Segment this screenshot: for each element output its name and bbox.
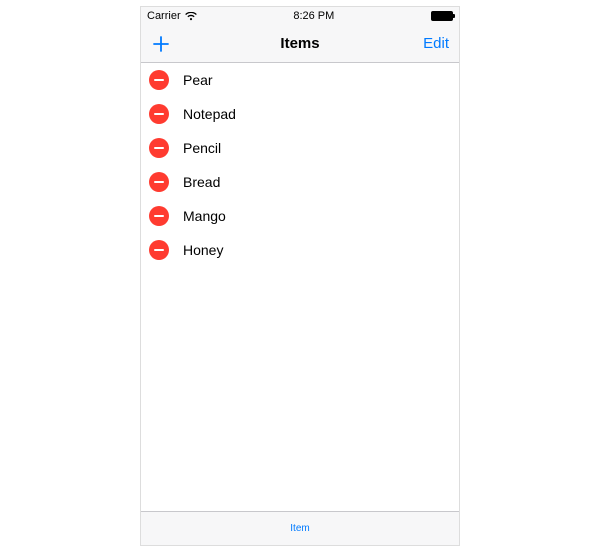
- wifi-icon: [185, 12, 197, 21]
- status-left: Carrier: [147, 10, 197, 22]
- carrier-label: Carrier: [147, 10, 181, 22]
- delete-button[interactable]: [149, 138, 169, 158]
- status-right: [431, 11, 453, 21]
- delete-button[interactable]: [149, 206, 169, 226]
- list-item-label: Pencil: [183, 140, 221, 156]
- toolbar-item-label[interactable]: Item: [290, 523, 309, 534]
- items-list: Pear Notepad Pencil Bread Mango Honey: [141, 63, 459, 267]
- delete-button[interactable]: [149, 104, 169, 124]
- list-item[interactable]: Mango: [141, 199, 459, 233]
- nav-bar: Items Edit: [141, 25, 459, 63]
- plus-icon: [151, 34, 181, 54]
- minus-icon: [154, 147, 164, 149]
- minus-icon: [154, 113, 164, 115]
- battery-icon: [431, 11, 453, 21]
- delete-button[interactable]: [149, 172, 169, 192]
- edit-button[interactable]: Edit: [419, 35, 449, 52]
- list-item[interactable]: Pear: [141, 63, 459, 97]
- content-area: Pear Notepad Pencil Bread Mango Honey: [141, 63, 459, 511]
- minus-icon: [154, 215, 164, 217]
- delete-button[interactable]: [149, 70, 169, 90]
- add-button[interactable]: [151, 34, 181, 54]
- toolbar: Item: [141, 511, 459, 545]
- delete-button[interactable]: [149, 240, 169, 260]
- list-item-label: Pear: [183, 72, 213, 88]
- list-item-label: Mango: [183, 208, 226, 224]
- minus-icon: [154, 79, 164, 81]
- list-item-label: Bread: [183, 174, 220, 190]
- list-item[interactable]: Notepad: [141, 97, 459, 131]
- list-item[interactable]: Pencil: [141, 131, 459, 165]
- minus-icon: [154, 181, 164, 183]
- status-time: 8:26 PM: [293, 10, 334, 22]
- phone-frame: Carrier 8:26 PM Items Edit PearNotep: [140, 6, 460, 546]
- list-item[interactable]: Bread: [141, 165, 459, 199]
- list-item-label: Honey: [183, 242, 223, 258]
- minus-icon: [154, 249, 164, 251]
- battery-fill: [432, 12, 452, 20]
- nav-title: Items: [141, 35, 459, 52]
- list-item-label: Notepad: [183, 106, 236, 122]
- status-bar: Carrier 8:26 PM: [141, 7, 459, 25]
- list-item[interactable]: Honey: [141, 233, 459, 267]
